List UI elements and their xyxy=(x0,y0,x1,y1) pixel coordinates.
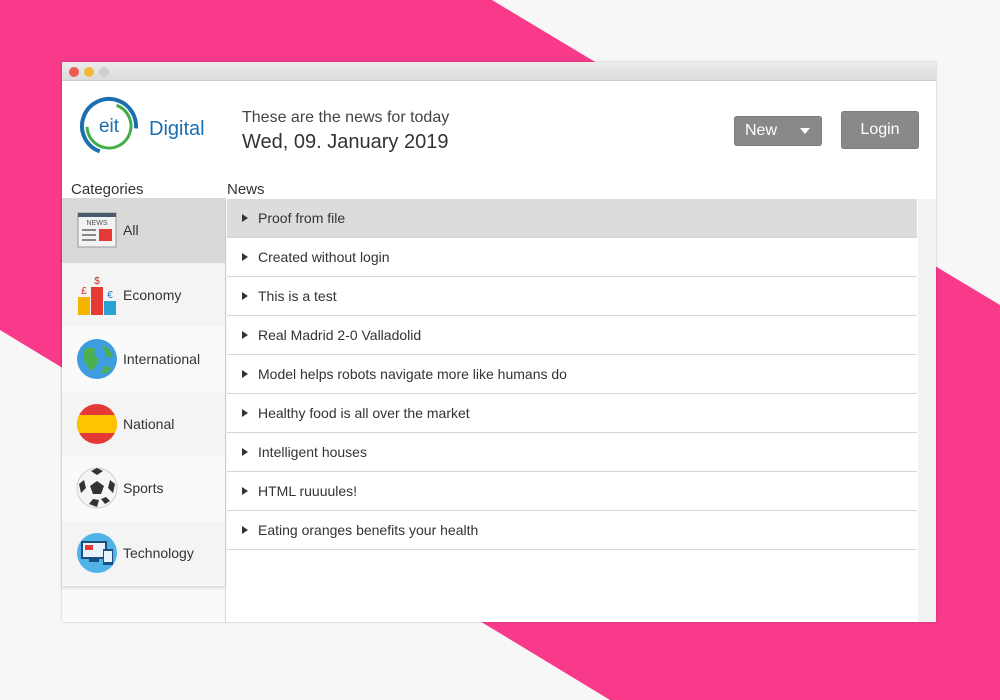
news-title: Eating oranges benefits your health xyxy=(258,522,479,538)
news-item[interactable]: Healthy food is all over the market xyxy=(227,394,917,433)
category-list: NEWS All £ $ € Economy International Nat… xyxy=(62,198,225,586)
expand-arrow-icon[interactable] xyxy=(242,526,248,534)
logo-mark-text: eit xyxy=(99,116,120,137)
new-dropdown-button[interactable]: New xyxy=(734,116,822,146)
eit-logo-icon: eit xyxy=(80,97,138,155)
category-item-national[interactable]: National xyxy=(62,391,225,456)
category-item-economy[interactable]: £ $ € Economy xyxy=(62,262,225,327)
news-title: Created without login xyxy=(258,249,390,265)
globe-icon xyxy=(77,339,117,380)
expand-arrow-icon[interactable] xyxy=(242,370,248,378)
expand-arrow-icon[interactable] xyxy=(242,214,248,222)
category-item-international[interactable]: International xyxy=(62,327,225,392)
category-label: National xyxy=(123,415,175,432)
header-text: These are the news for today Wed, 09. Ja… xyxy=(242,108,449,155)
category-label: Economy xyxy=(123,286,182,303)
spain-flag-icon xyxy=(77,403,117,444)
svg-text:£: £ xyxy=(81,286,87,297)
newspaper-icon: NEWS xyxy=(77,212,117,248)
news-item[interactable]: Intelligent houses xyxy=(227,433,917,472)
news-scrollbar[interactable] xyxy=(918,199,936,622)
news-item[interactable]: Model helps robots navigate more like hu… xyxy=(227,355,917,394)
close-window-button[interactable] xyxy=(69,67,79,77)
category-label: Sports xyxy=(123,480,164,497)
news-title: Intelligent houses xyxy=(258,444,367,460)
categories-sidebar: NEWS All £ $ € Economy International Nat… xyxy=(62,198,226,622)
svg-text:$: $ xyxy=(94,276,100,287)
categories-heading: Categories xyxy=(71,181,144,198)
svg-text:NEWS: NEWS xyxy=(87,220,108,227)
category-label: Technology xyxy=(123,544,194,561)
header-subtitle: These are the news for today xyxy=(242,109,450,126)
news-title: HTML ruuuules! xyxy=(258,483,358,499)
news-item[interactable]: Eating oranges benefits your health xyxy=(227,511,917,550)
category-label: All xyxy=(123,222,139,239)
news-item[interactable]: This is a test xyxy=(227,277,917,316)
expand-arrow-icon[interactable] xyxy=(242,487,248,495)
header-date: Wed, 09. January 2019 xyxy=(242,131,449,153)
svg-text:€: € xyxy=(107,290,113,301)
category-item-all[interactable]: NEWS All xyxy=(62,198,225,263)
news-title: Proof from file xyxy=(258,210,346,226)
news-title: Model helps robots navigate more like hu… xyxy=(258,366,567,382)
news-item[interactable]: Created without login xyxy=(227,238,917,277)
expand-arrow-icon[interactable] xyxy=(242,292,248,300)
title-bar xyxy=(62,62,936,81)
news-heading: News xyxy=(227,181,265,198)
category-item-sports[interactable]: Sports xyxy=(62,456,225,521)
computer-devices-icon xyxy=(77,532,117,573)
news-title: This is a test xyxy=(258,288,337,304)
news-item[interactable]: HTML ruuuules! xyxy=(227,472,917,511)
news-list: Proof from file Created without login Th… xyxy=(227,199,917,622)
news-title: Real Madrid 2-0 Valladolid xyxy=(258,327,422,343)
expand-arrow-icon[interactable] xyxy=(242,331,248,339)
expand-arrow-icon[interactable] xyxy=(242,253,248,261)
app-window: eit Digital These are the news for today… xyxy=(62,62,936,622)
chevron-down-icon xyxy=(800,128,810,134)
expand-arrow-icon[interactable] xyxy=(242,448,248,456)
soccer-ball-icon xyxy=(76,467,118,509)
news-item[interactable]: Proof from file xyxy=(227,199,917,238)
header: eit Digital These are the news for today… xyxy=(62,81,936,181)
maximize-window-button[interactable] xyxy=(99,67,109,77)
currency-podium-icon: £ $ € xyxy=(78,276,116,315)
logo-text: Digital xyxy=(149,118,205,140)
news-item[interactable]: Real Madrid 2-0 Valladolid xyxy=(227,316,917,355)
login-button[interactable]: Login xyxy=(841,111,919,149)
minimize-window-button[interactable] xyxy=(84,67,94,77)
category-label: International xyxy=(123,351,201,368)
expand-arrow-icon[interactable] xyxy=(242,409,248,417)
news-title: Healthy food is all over the market xyxy=(258,405,470,421)
new-button-label: New xyxy=(745,122,778,139)
category-item-technology[interactable]: Technology xyxy=(62,520,225,585)
